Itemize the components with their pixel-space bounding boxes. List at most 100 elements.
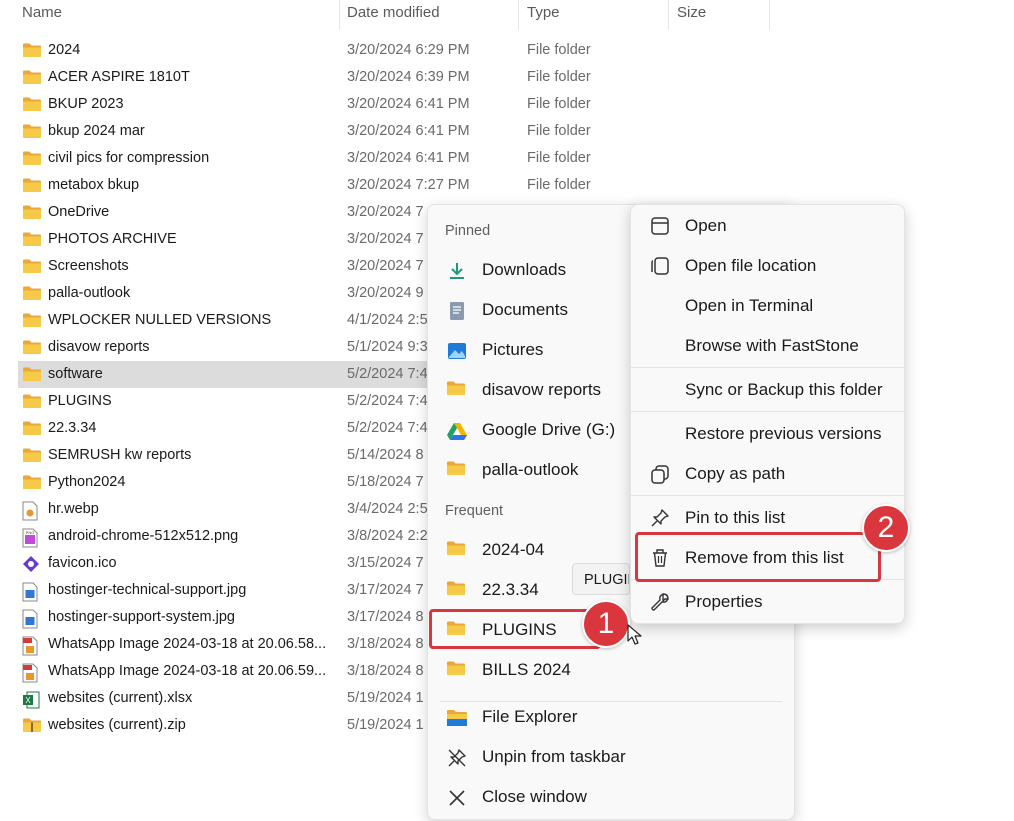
documents-icon — [450, 302, 464, 320]
folder-icon — [23, 232, 41, 246]
column-divider[interactable] — [668, 0, 669, 30]
pin-icon — [651, 509, 669, 527]
copy-path-icon — [651, 465, 669, 484]
file-row[interactable]: PHOTOS ARCHIVE 3/20/2024 7 — [18, 226, 438, 253]
folder-icon — [446, 540, 468, 562]
context-menu-item[interactable]: Properties — [631, 582, 904, 622]
jump-list-label: Google Drive (G:) — [482, 420, 616, 439]
file-date-modified: 3/18/2024 8 — [347, 636, 424, 652]
file-row[interactable]: favicon.ico 3/15/2024 7 — [18, 550, 438, 577]
folder-icon — [23, 70, 41, 84]
folder-icon — [22, 96, 42, 113]
file-row[interactable]: hostinger-support-system.jpg 3/17/2024 8 — [18, 604, 438, 631]
context-menu-label: Open — [685, 216, 727, 235]
jump-list-label: Close window — [482, 787, 587, 806]
column-type-header[interactable]: Type — [527, 0, 560, 26]
file-row[interactable]: Xwebsites (current).xlsx 5/19/2024 1 — [18, 685, 438, 712]
ico-file-icon — [22, 555, 42, 572]
file-name: 2024 — [48, 42, 81, 58]
file-row[interactable]: bkup 2024 mar 3/20/2024 6:41 PM File folde… — [18, 118, 591, 145]
folder-icon — [22, 231, 42, 248]
column-name-header[interactable]: Name — [22, 0, 62, 26]
folder-icon — [22, 285, 42, 302]
file-row[interactable]: BKUP 2023 3/20/2024 6:41 PM File folder — [18, 91, 591, 118]
file-row[interactable]: WhatsApp Image 2024-03-18 at 20.06.58...… — [18, 631, 438, 658]
file-row[interactable]: WhatsApp Image 2024-03-18 at 20.06.59...… — [18, 658, 438, 685]
file-date-modified: 3/20/2024 7 — [347, 204, 424, 220]
folder-icon — [22, 150, 42, 167]
step-badge-2: 2 — [862, 504, 910, 552]
column-divider[interactable] — [518, 0, 519, 30]
context-menu-item[interactable]: Open — [631, 206, 904, 246]
context-menu-label: Copy as path — [685, 464, 786, 483]
folder-icon — [22, 204, 42, 221]
file-date-modified: 3/20/2024 6:29 PM — [347, 42, 470, 58]
context-menu-item[interactable]: Open in Terminal — [631, 286, 904, 326]
file-type: File folder — [527, 69, 591, 85]
file-name: bkup 2024 mar — [48, 123, 145, 139]
file-name: software — [48, 366, 103, 382]
context-menu-item[interactable]: Open file location — [631, 246, 904, 286]
file-row[interactable]: software 5/2/2024 7:4 — [18, 361, 438, 388]
file-row[interactable]: metabox bkup 3/20/2024 7:27 PM File folder — [18, 172, 591, 199]
file-name: SEMRUSH kw reports — [48, 447, 192, 463]
file-row[interactable]: 2024 3/20/2024 6:29 PM File folder — [18, 37, 591, 64]
file-name: PHOTOS ARCHIVE — [48, 231, 177, 247]
folder-icon — [23, 286, 41, 300]
context-menu-item[interactable]: Sync or Backup this folder — [631, 370, 904, 410]
file-row[interactable]: hr.webp 3/4/2024 2:5 — [18, 496, 438, 523]
download-icon — [450, 263, 464, 279]
context-menu-item[interactable]: Browse with FastStone — [631, 326, 904, 366]
column-divider[interactable] — [769, 0, 770, 30]
file-row[interactable]: WPLOCKER NULLED VERSIONS 4/1/2024 2:5 — [18, 307, 438, 334]
file-row[interactable]: PLUGINS 5/2/2024 7:4 — [18, 388, 438, 415]
folder-icon — [22, 447, 42, 464]
task-item[interactable]: Close window — [428, 777, 794, 817]
column-date-header[interactable]: Date modified — [347, 0, 440, 26]
task-item[interactable]: Unpin from taskbar — [428, 737, 794, 777]
file-row[interactable]: 22.3.34 5/2/2024 7:4 — [18, 415, 438, 442]
ico-file-icon — [23, 556, 39, 572]
folder-icon — [22, 366, 42, 383]
file-row[interactable]: civil pics for compression 3/20/2024 6:41… — [18, 145, 591, 172]
file-type: File folder — [527, 177, 591, 193]
context-menu-item[interactable]: Restore previous versions — [631, 414, 904, 454]
file-type: File folder — [527, 42, 591, 58]
folder-icon — [22, 393, 42, 410]
pdf-image-icon — [22, 636, 38, 656]
folder-icon — [22, 258, 42, 275]
pdf-image-icon — [22, 663, 42, 683]
jpg-file-icon — [22, 582, 42, 602]
file-date-modified: 5/14/2024 8 — [347, 447, 424, 463]
jump-list-label: disavow reports — [482, 380, 602, 399]
unpin-icon — [448, 749, 466, 767]
download-icon — [446, 260, 468, 282]
file-name: civil pics for compression — [48, 150, 210, 166]
column-divider[interactable] — [339, 0, 340, 30]
file-row[interactable]: disavow reports 5/1/2024 9:3 — [18, 334, 438, 361]
jpg-file-icon — [22, 609, 38, 629]
file-row[interactable]: SEMRUSH kw reports 5/14/2024 8 — [18, 442, 438, 469]
column-size-header[interactable]: Size — [677, 0, 706, 26]
frequent-item[interactable]: BILLS 2024 — [428, 650, 794, 690]
file-date-modified: 5/2/2024 7:4 — [347, 420, 428, 436]
folder-icon — [23, 97, 41, 111]
folder-icon — [446, 460, 468, 482]
file-row[interactable]: Python2024 5/18/2024 7 — [18, 469, 438, 496]
google-drive-icon — [447, 423, 467, 440]
file-name: hostinger-technical-support.jpg — [48, 582, 247, 598]
file-row[interactable]: ACER ASPIRE 1810T 3/20/2024 6:39 PM File f… — [18, 64, 591, 91]
file-row[interactable]: Screenshots 3/20/2024 7 — [18, 253, 438, 280]
context-menu-item[interactable]: Copy as path — [631, 454, 904, 494]
file-row[interactable]: websites (current).zip 5/19/2024 1 — [18, 712, 438, 739]
task-item[interactable]: File Explorer — [428, 697, 794, 737]
context-menu-label: Properties — [685, 592, 763, 611]
copy-window-icon — [651, 257, 669, 275]
file-type: File folder — [527, 96, 591, 112]
google-drive-icon — [446, 420, 468, 442]
file-row[interactable]: palla-outlook 3/20/2024 9 — [18, 280, 438, 307]
file-row[interactable]: hostinger-technical-support.jpg 3/17/2024… — [18, 577, 438, 604]
file-row[interactable]: OneDrive 3/20/2024 7 — [18, 199, 438, 226]
file-row[interactable]: PNG android-chrome-512x512.png 3/8/2024 2:… — [18, 523, 438, 550]
file-date-modified: 3/20/2024 6:41 PM — [347, 150, 470, 166]
